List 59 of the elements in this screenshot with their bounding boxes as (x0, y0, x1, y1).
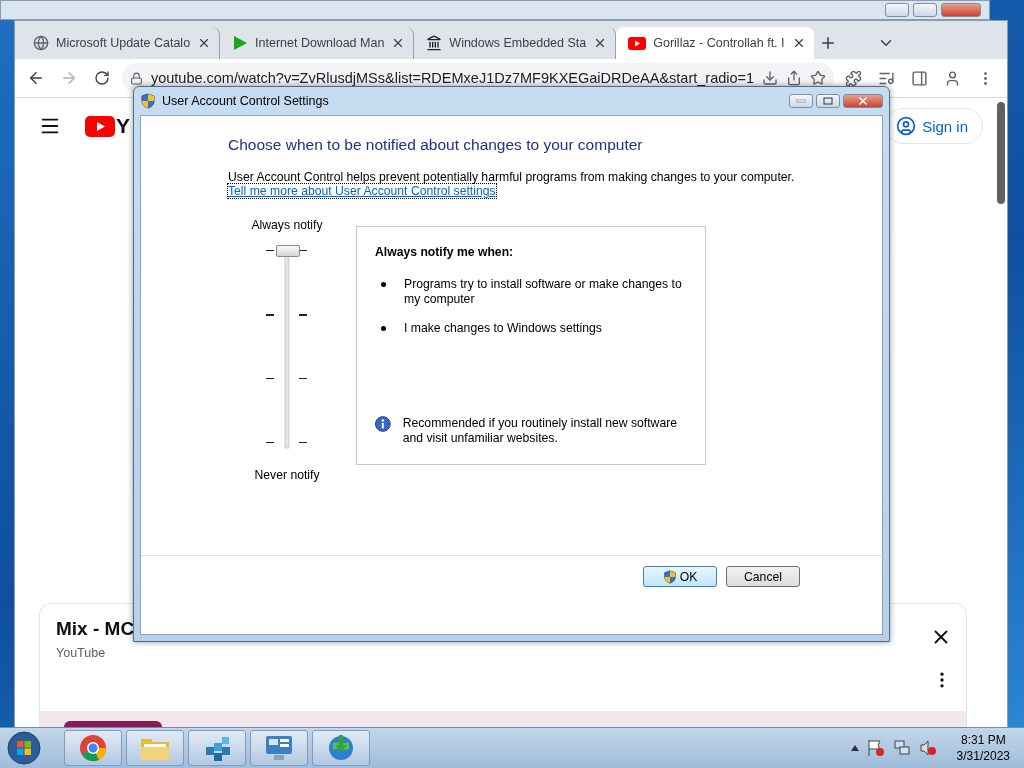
lock-icon (129, 71, 143, 85)
slider-thumb[interactable] (276, 245, 300, 257)
profile-icon[interactable] (944, 69, 961, 87)
description-text: User Account Control helps prevent potentially harmful programs from making changes to your computer. (228, 170, 796, 184)
caret-icon[interactable] (850, 745, 859, 751)
taskbar-app-button[interactable] (188, 730, 246, 766)
share-icon[interactable] (786, 70, 803, 86)
cancel-button[interactable]: Cancel (726, 566, 800, 587)
info-title: Always notify me when: (375, 245, 515, 259)
flag-icon[interactable] (866, 739, 885, 757)
info-icon (375, 416, 391, 432)
puzzle-icon[interactable] (845, 69, 863, 87)
globe-icon (33, 35, 49, 51)
dialog-heading: Choose when to be notified about changes to your computer (228, 136, 644, 154)
bullet-icon (381, 282, 386, 287)
help-link[interactable]: Tell me more about User Account Control settings (228, 184, 496, 198)
play-logo-icon (85, 115, 115, 137)
close-icon (857, 95, 869, 107)
playlist-row[interactable] (40, 711, 966, 727)
taskbar-app-button[interactable] (312, 730, 370, 766)
side-panel-icon[interactable] (911, 69, 928, 87)
shield-icon (662, 569, 677, 584)
clock[interactable]: 8:31 PM 3/31/2023 (956, 732, 1010, 764)
ok-button[interactable]: OK (643, 566, 717, 587)
maximize-button[interactable] (913, 3, 937, 17)
minimize-button[interactable] (789, 94, 813, 108)
bullet-icon (381, 326, 386, 331)
bookmark-star-icon[interactable] (810, 70, 827, 86)
user-icon (896, 116, 917, 136)
shield-icon (140, 93, 156, 109)
youtube-icon (628, 36, 647, 50)
taskbar-app-button[interactable] (250, 730, 308, 766)
start-button[interactable] (7, 731, 41, 765)
reload-icon[interactable] (94, 70, 111, 86)
control-panel-icon (264, 734, 294, 762)
play-icon (232, 35, 249, 51)
card-subtitle: YouTube (56, 646, 106, 660)
muted-speaker-icon[interactable] (918, 739, 937, 757)
taskbar-app-button[interactable] (126, 730, 184, 766)
url-text: youtube.com/watch?v=ZvRlusdjMSs&list=RDEMxeJ1Dz7MF9KXEGaiDRDeAA&start_radio=1 (150, 70, 755, 86)
minimize-button[interactable] (885, 3, 909, 17)
logo-text: Y (116, 114, 129, 138)
recommendation-text: Recommended if you routinely install new software and visit unfamiliar websites. (402, 416, 679, 446)
maximize-icon (823, 97, 833, 105)
network-icon[interactable] (892, 739, 911, 757)
bullet-text: I make changes to Windows settings (404, 321, 603, 336)
card-title: Mix - MC (56, 618, 135, 640)
scrollbar-thumb[interactable] (997, 102, 1005, 204)
maximize-button[interactable] (816, 94, 840, 108)
bullet-text: Programs try to install software or make changes to my computer (404, 277, 683, 307)
browser-tab[interactable]: Gorillaz - Controllah ft. I (616, 27, 814, 59)
chrome-icon (79, 734, 107, 762)
taskbar-app-button[interactable] (64, 730, 122, 766)
slider-top-label: Always notify (251, 218, 323, 232)
window-title: User Account Control Settings (162, 94, 329, 108)
close-button[interactable] (843, 94, 883, 108)
install-icon[interactable] (762, 70, 779, 86)
building-icon (426, 35, 443, 51)
slider-bottom-label: Never notify (254, 468, 320, 482)
